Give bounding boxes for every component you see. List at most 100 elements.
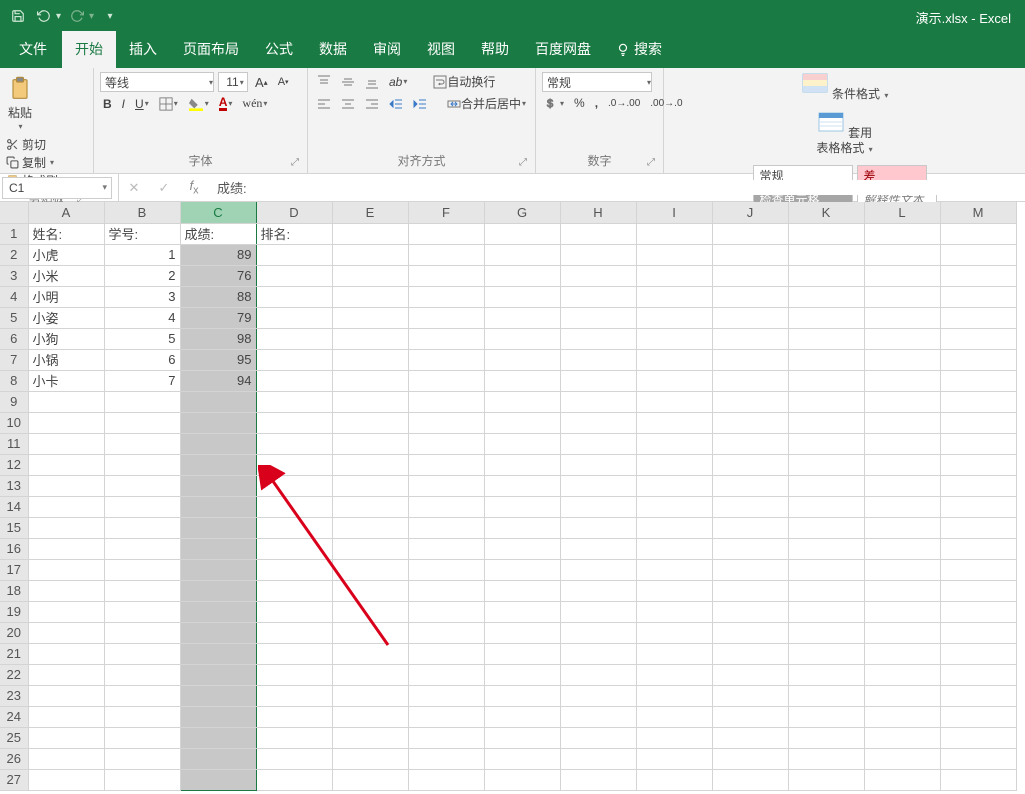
border-button[interactable]: ▾ [156,96,181,112]
cell-A24[interactable] [28,706,104,727]
cell-C26[interactable] [180,748,256,769]
cell-F8[interactable] [408,370,484,391]
cell-H2[interactable] [560,244,636,265]
cell-A14[interactable] [28,496,104,517]
tab-home[interactable]: 开始 [62,31,116,68]
cell-I9[interactable] [636,391,712,412]
tab-formula[interactable]: 公式 [252,31,306,68]
redo-dropdown-icon[interactable]: ▾ [89,11,94,22]
cell-D9[interactable] [256,391,332,412]
cell-E22[interactable] [332,664,408,685]
row-header-3[interactable]: 3 [0,265,28,286]
cell-M25[interactable] [940,727,1016,748]
cell-G2[interactable] [484,244,560,265]
cell-I25[interactable] [636,727,712,748]
cell-B20[interactable] [104,622,180,643]
cell-A3[interactable]: 小米 [28,265,104,286]
cell-G25[interactable] [484,727,560,748]
cell-I5[interactable] [636,307,712,328]
cell-B25[interactable] [104,727,180,748]
cell-A26[interactable] [28,748,104,769]
cell-E10[interactable] [332,412,408,433]
row-header-20[interactable]: 20 [0,622,28,643]
cell-C27[interactable] [180,769,256,790]
cell-D27[interactable] [256,769,332,790]
cell-K15[interactable] [788,517,864,538]
cell-C13[interactable] [180,475,256,496]
cell-F11[interactable] [408,433,484,454]
cell-M12[interactable] [940,454,1016,475]
cell-K13[interactable] [788,475,864,496]
row-header-15[interactable]: 15 [0,517,28,538]
cell-J9[interactable] [712,391,788,412]
cell-L23[interactable] [864,685,940,706]
cell-K9[interactable] [788,391,864,412]
cell-J4[interactable] [712,286,788,307]
col-header-B[interactable]: B [104,202,180,223]
cell-M18[interactable] [940,580,1016,601]
col-header-J[interactable]: J [712,202,788,223]
cell-J25[interactable] [712,727,788,748]
cell-B23[interactable] [104,685,180,706]
font-increase-button[interactable]: A▴ [252,74,271,91]
row-header-27[interactable]: 27 [0,769,28,790]
tab-review[interactable]: 审阅 [360,31,414,68]
cell-G23[interactable] [484,685,560,706]
cell-F24[interactable] [408,706,484,727]
cell-D6[interactable] [256,328,332,349]
cell-C25[interactable] [180,727,256,748]
cell-H7[interactable] [560,349,636,370]
cell-M9[interactable] [940,391,1016,412]
cell-B2[interactable]: 1 [104,244,180,265]
cell-F26[interactable] [408,748,484,769]
cell-M6[interactable] [940,328,1016,349]
cell-J19[interactable] [712,601,788,622]
cell-F3[interactable] [408,265,484,286]
cell-M20[interactable] [940,622,1016,643]
cell-C14[interactable] [180,496,256,517]
cell-D2[interactable] [256,244,332,265]
cell-A2[interactable]: 小虎 [28,244,104,265]
cell-B9[interactable] [104,391,180,412]
cell-D4[interactable] [256,286,332,307]
align-center-button[interactable] [338,96,358,112]
cell-I2[interactable] [636,244,712,265]
align-top-button[interactable] [314,74,334,90]
cut-button[interactable]: 剪切 [6,136,58,153]
cell-L16[interactable] [864,538,940,559]
cell-J8[interactable] [712,370,788,391]
cell-E2[interactable] [332,244,408,265]
col-header-F[interactable]: F [408,202,484,223]
cell-A27[interactable] [28,769,104,790]
cell-C9[interactable] [180,391,256,412]
cell-H24[interactable] [560,706,636,727]
cell-G8[interactable] [484,370,560,391]
number-format-select[interactable]: 常规 ▾ [542,72,652,92]
cell-K20[interactable] [788,622,864,643]
font-size-select[interactable]: 11 ▾ [218,72,248,92]
cell-A12[interactable] [28,454,104,475]
cell-D15[interactable] [256,517,332,538]
cell-G14[interactable] [484,496,560,517]
cell-M19[interactable] [940,601,1016,622]
cell-A13[interactable] [28,475,104,496]
cell-K27[interactable] [788,769,864,790]
cell-J16[interactable] [712,538,788,559]
cell-C20[interactable] [180,622,256,643]
cell-J2[interactable] [712,244,788,265]
cell-E1[interactable] [332,223,408,244]
align-left-button[interactable] [314,96,334,112]
cell-G10[interactable] [484,412,560,433]
cell-J1[interactable] [712,223,788,244]
cell-D26[interactable] [256,748,332,769]
cell-K4[interactable] [788,286,864,307]
cell-M7[interactable] [940,349,1016,370]
cell-L12[interactable] [864,454,940,475]
cell-G5[interactable] [484,307,560,328]
underline-button[interactable]: U▾ [132,96,152,112]
cell-L11[interactable] [864,433,940,454]
cell-J24[interactable] [712,706,788,727]
cell-K24[interactable] [788,706,864,727]
cell-L8[interactable] [864,370,940,391]
cell-M1[interactable] [940,223,1016,244]
